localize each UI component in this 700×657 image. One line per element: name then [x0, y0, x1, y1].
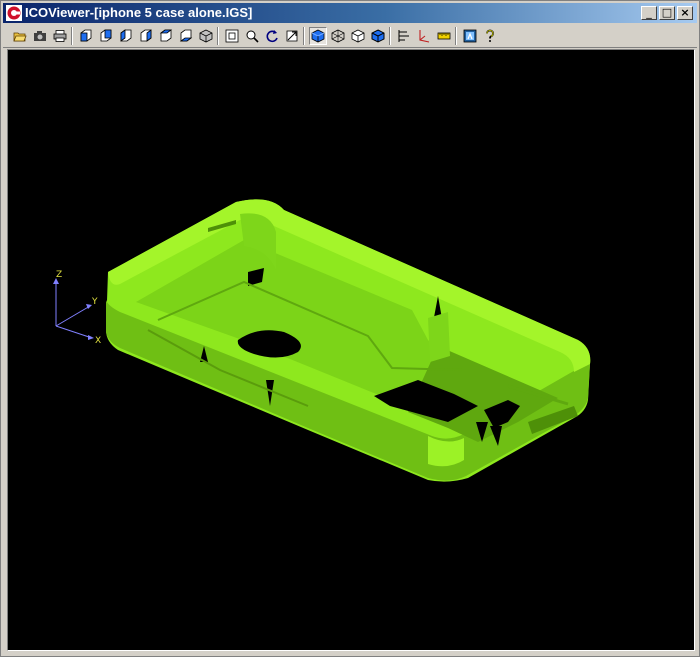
maximize-button[interactable]: □	[659, 6, 675, 20]
toolbar-separator	[389, 27, 391, 45]
tree-icon[interactable]	[395, 27, 413, 45]
wireframe-icon[interactable]	[329, 27, 347, 45]
help-icon[interactable]	[481, 27, 499, 45]
rotate-icon[interactable]	[263, 27, 281, 45]
about-icon[interactable]	[461, 27, 479, 45]
shaded-icon[interactable]	[309, 27, 327, 45]
view-left-icon[interactable]	[117, 27, 135, 45]
axis-y-label: Y	[91, 297, 98, 307]
axis-triad: Z Y X	[53, 270, 101, 346]
view-back-icon[interactable]	[97, 27, 115, 45]
zoom-window-icon[interactable]	[243, 27, 261, 45]
toolbar	[3, 25, 697, 48]
app-window: ICOViewer-[iphone 5 case alone.IGS] _ □ …	[0, 0, 700, 657]
app-icon	[6, 5, 22, 21]
title-bar[interactable]: ICOViewer-[iphone 5 case alone.IGS] _ □ …	[3, 3, 697, 23]
view-bottom-icon[interactable]	[177, 27, 195, 45]
axis-icon[interactable]	[415, 27, 433, 45]
pan-icon[interactable]	[283, 27, 301, 45]
toolbar-separator	[303, 27, 305, 45]
open-folder-icon[interactable]	[11, 27, 29, 45]
hidden-line-icon[interactable]	[349, 27, 367, 45]
measure-icon[interactable]	[435, 27, 453, 45]
view-iso-icon[interactable]	[197, 27, 215, 45]
close-button[interactable]: ×	[677, 6, 693, 20]
view-top-icon[interactable]	[157, 27, 175, 45]
view-front-icon[interactable]	[77, 27, 95, 45]
minimize-button[interactable]: _	[641, 6, 657, 20]
3d-viewport[interactable]: Z Y X	[7, 49, 695, 651]
view-right-icon[interactable]	[137, 27, 155, 45]
axis-z-label: Z	[56, 270, 62, 280]
shaded-edges-icon[interactable]	[369, 27, 387, 45]
phone-case-model	[106, 199, 591, 482]
zoom-fit-icon[interactable]	[223, 27, 241, 45]
toolbar-separator	[217, 27, 219, 45]
toolbar-separator	[71, 27, 73, 45]
camera-icon[interactable]	[31, 27, 49, 45]
axis-x-label: X	[95, 336, 101, 346]
toolbar-separator	[455, 27, 457, 45]
print-icon[interactable]	[51, 27, 69, 45]
window-title: ICOViewer-[iphone 5 case alone.IGS]	[25, 5, 253, 20]
